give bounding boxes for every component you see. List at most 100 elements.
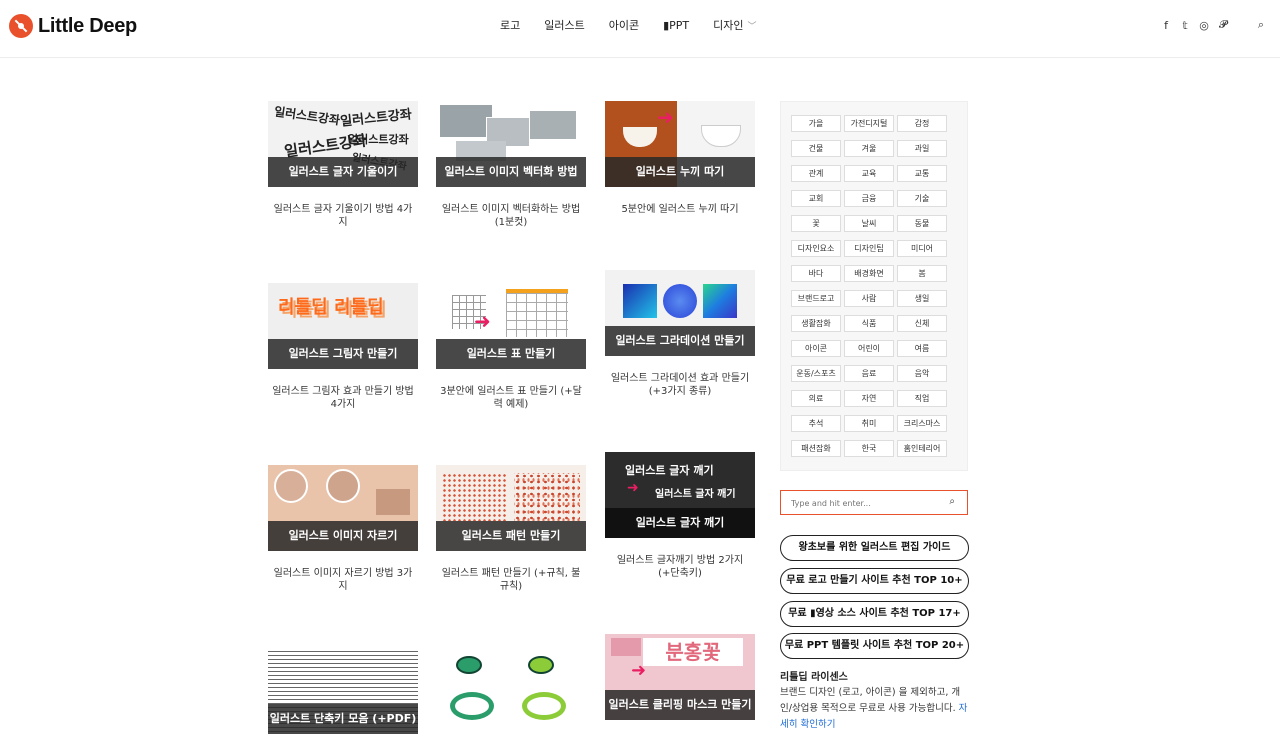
tag-chip[interactable]: 디자인팁 bbox=[844, 240, 894, 257]
facebook-icon[interactable]: f bbox=[1161, 19, 1171, 32]
tag-chip[interactable]: 사람 bbox=[844, 290, 894, 307]
tag-chip[interactable]: 한국 bbox=[844, 440, 894, 457]
post-title[interactable]: 일러스트 그림자 효과 만들기 방법 4가지 bbox=[268, 385, 418, 411]
snake-body bbox=[522, 692, 566, 720]
nav-item-logo[interactable]: 로고 bbox=[500, 17, 520, 36]
post-title[interactable]: 일러스트 이미지 벡터화하는 방법 (1분컷) bbox=[436, 203, 586, 229]
nav-item-design[interactable]: 디자인 ﹀ bbox=[713, 17, 756, 36]
search-icon[interactable]: ⌕ bbox=[949, 496, 955, 507]
post-thumbnail[interactable]: 분홍꽃 ➜ 일러스트 클리핑 마스크 만들기 bbox=[605, 634, 755, 720]
tag-chip[interactable]: 패션잡화 bbox=[791, 440, 841, 457]
search-icon[interactable]: ⌕ bbox=[1256, 18, 1266, 32]
tag-chip[interactable]: 직업 bbox=[897, 390, 947, 407]
tag-chip[interactable]: 과일 bbox=[897, 140, 947, 157]
tag-chip[interactable]: 크리스마스 bbox=[897, 415, 947, 432]
tag-chip[interactable]: 아이콘 bbox=[791, 340, 841, 357]
search-input[interactable] bbox=[781, 492, 931, 515]
tag-chip[interactable]: 교통 bbox=[897, 165, 947, 182]
license-text: 브랜드 디자인 (로고, 아이콘) 을 제외하고, 개인/상업용 목적으로 무료… bbox=[780, 685, 972, 733]
post-title[interactable]: 일러스트 글자깨기 방법 2가지 (+단축키) bbox=[605, 554, 755, 580]
post-card[interactable]: 일러스트 그라데이션 만들기 일러스트 그라데이션 효과 만들기 (+3가지 종… bbox=[605, 270, 755, 398]
post-thumbnail[interactable]: ➜ 일러스트 누끼 따기 bbox=[605, 101, 755, 187]
nav-item-icon[interactable]: 아이콘 bbox=[609, 17, 639, 36]
post-title[interactable]: 일러스트 패턴 만들기 (+규칙, 불규칙) bbox=[436, 567, 586, 593]
tag-chip[interactable]: 신체 bbox=[897, 315, 947, 332]
post-card[interactable]: 분홍꽃 ➜ 일러스트 클리핑 마스크 만들기 bbox=[605, 634, 755, 720]
tag-chip[interactable]: 디자인요소 bbox=[791, 240, 841, 257]
tag-chip[interactable]: 날씨 bbox=[844, 215, 894, 232]
flower-photo bbox=[611, 638, 641, 656]
tag-chip[interactable]: 식품 bbox=[844, 315, 894, 332]
tag-chip[interactable]: 자연 bbox=[844, 390, 894, 407]
post-thumbnail[interactable]: 리틀딥 리틀딥 일러스트 그림자 만들기 bbox=[268, 283, 418, 369]
tag-chip[interactable]: 생활잡화 bbox=[791, 315, 841, 332]
post-card[interactable]: 일러스트 이미지 벡터화 방법 일러스트 이미지 벡터화하는 방법 (1분컷) bbox=[436, 101, 586, 229]
tag-chip[interactable]: 배경화면 bbox=[844, 265, 894, 282]
post-title[interactable]: 3분안에 일러스트 표 만들기 (+달력 예제) bbox=[436, 385, 586, 411]
post-card[interactable]: 일러스트강좌 일러스트강좌 일러스트강좌 일러스트강좌 일러스트강좌 일러스트 … bbox=[268, 101, 418, 229]
post-card[interactable]: 일러스트 글자 깨기 ➜ 일러스트 글자 깨기 일러스트 글자 깨기 일러스트 … bbox=[605, 452, 755, 580]
tag-chip[interactable]: 기술 bbox=[897, 190, 947, 207]
tag-chip[interactable]: 의료 bbox=[791, 390, 841, 407]
tag-chip[interactable]: 생일 bbox=[897, 290, 947, 307]
post-card[interactable]: 일러스트 이미지 자르기 일러스트 이미지 자르기 방법 3가지 bbox=[268, 465, 418, 593]
post-thumbnail[interactable]: 일러스트 글자 깨기 ➜ 일러스트 글자 깨기 일러스트 글자 깨기 bbox=[605, 452, 755, 538]
post-card[interactable]: 일러스트 패턴 만들기 일러스트 패턴 만들기 (+규칙, 불규칙) bbox=[436, 465, 586, 593]
post-card[interactable]: 리틀딥 리틀딥 일러스트 그림자 만들기 일러스트 그림자 효과 만들기 방법 … bbox=[268, 283, 418, 411]
tag-chip[interactable]: 어린이 bbox=[844, 340, 894, 357]
post-title[interactable]: 일러스트 글자 기울이기 방법 4가지 bbox=[268, 203, 418, 229]
pinterest-icon[interactable]: 𝓟 bbox=[1218, 18, 1228, 32]
gradient-square bbox=[623, 284, 657, 318]
featured-link[interactable]: 왕초보를 위한 일러스트 편집 가이드 bbox=[780, 535, 969, 561]
featured-link[interactable]: 무료 ▮영상 소스 사이트 추천 TOP 17+ bbox=[780, 601, 969, 627]
tag-chip[interactable]: 관계 bbox=[791, 165, 841, 182]
post-thumbnail[interactable]: 일러스트 그라데이션 만들기 bbox=[605, 270, 755, 356]
instagram-icon[interactable]: ◎ bbox=[1199, 19, 1209, 32]
tag-chip[interactable]: 브랜드로고 bbox=[791, 290, 841, 307]
site-logo[interactable]: Little Deep bbox=[9, 13, 137, 39]
post-thumbnail[interactable]: 일러스트 단축키 모음 (+PDF) bbox=[268, 648, 418, 734]
tag-chip[interactable]: 동물 bbox=[897, 215, 947, 232]
nav-item-illustration[interactable]: 일러스트 bbox=[544, 17, 584, 36]
tag-chip[interactable]: 홈인테리어 bbox=[897, 440, 947, 457]
tag-chip[interactable]: 운동/스포츠 bbox=[791, 365, 841, 382]
tag-chip[interactable]: 교육 bbox=[844, 165, 894, 182]
tag-chip[interactable]: 여름 bbox=[897, 340, 947, 357]
tag-chip[interactable]: 가전디지털 bbox=[844, 115, 894, 132]
tag-chip[interactable]: 건물 bbox=[791, 140, 841, 157]
post-title[interactable]: 일러스트 그라데이션 효과 만들기 (+3가지 종류) bbox=[605, 372, 755, 398]
post-title[interactable]: 일러스트 이미지 자르기 방법 3가지 bbox=[268, 567, 418, 593]
cup-image bbox=[701, 125, 741, 147]
tag-chip[interactable]: 음료 bbox=[844, 365, 894, 382]
snake-head bbox=[456, 656, 482, 674]
tag-chip[interactable]: 취미 bbox=[844, 415, 894, 432]
tag-chip[interactable]: 추석 bbox=[791, 415, 841, 432]
post-card[interactable]: 일러스트 단축키 모음 (+PDF) bbox=[268, 648, 418, 734]
tag-chip[interactable]: 음악 bbox=[897, 365, 947, 382]
post-thumbnail[interactable]: ➜ 일러스트 표 만들기 bbox=[436, 283, 586, 369]
tag-chip[interactable]: 꽃 bbox=[791, 215, 841, 232]
tag-chip[interactable]: 감정 bbox=[897, 115, 947, 132]
post-thumbnail[interactable] bbox=[436, 648, 586, 734]
tag-chip[interactable]: 봄 bbox=[897, 265, 947, 282]
post-thumbnail[interactable]: 일러스트 이미지 벡터화 방법 bbox=[436, 101, 586, 187]
tag-chip[interactable]: 교회 bbox=[791, 190, 841, 207]
featured-link[interactable]: 무료 PPT 템플릿 사이트 추천 TOP 20+ bbox=[780, 633, 969, 659]
post-card[interactable]: ➜ 일러스트 표 만들기 3분안에 일러스트 표 만들기 (+달력 예제) bbox=[436, 283, 586, 411]
tag-chip[interactable]: 미디어 bbox=[897, 240, 947, 257]
post-card[interactable]: ➜ 일러스트 누끼 따기 5분안에 일러스트 누끼 따기 bbox=[605, 101, 755, 216]
post-caption: 일러스트 표 만들기 bbox=[436, 339, 586, 369]
post-thumbnail[interactable]: 일러스트 패턴 만들기 bbox=[436, 465, 586, 551]
post-caption: 일러스트 누끼 따기 bbox=[605, 157, 755, 187]
tag-chip[interactable]: 바다 bbox=[791, 265, 841, 282]
post-title[interactable]: 5분안에 일러스트 누끼 따기 bbox=[605, 203, 755, 216]
tag-chip[interactable]: 가을 bbox=[791, 115, 841, 132]
twitter-icon[interactable]: 𝕥 bbox=[1180, 19, 1190, 32]
tag-chip[interactable]: 겨울 bbox=[844, 140, 894, 157]
post-thumbnail[interactable]: 일러스트강좌 일러스트강좌 일러스트강좌 일러스트강좌 일러스트강좌 일러스트 … bbox=[268, 101, 418, 187]
post-card[interactable] bbox=[436, 648, 586, 734]
featured-link[interactable]: 무료 로고 만들기 사이트 추천 TOP 10+ bbox=[780, 568, 969, 594]
tag-chip[interactable]: 금융 bbox=[844, 190, 894, 207]
nav-item-ppt[interactable]: ▮PPT bbox=[663, 17, 689, 36]
post-thumbnail[interactable]: 일러스트 이미지 자르기 bbox=[268, 465, 418, 551]
